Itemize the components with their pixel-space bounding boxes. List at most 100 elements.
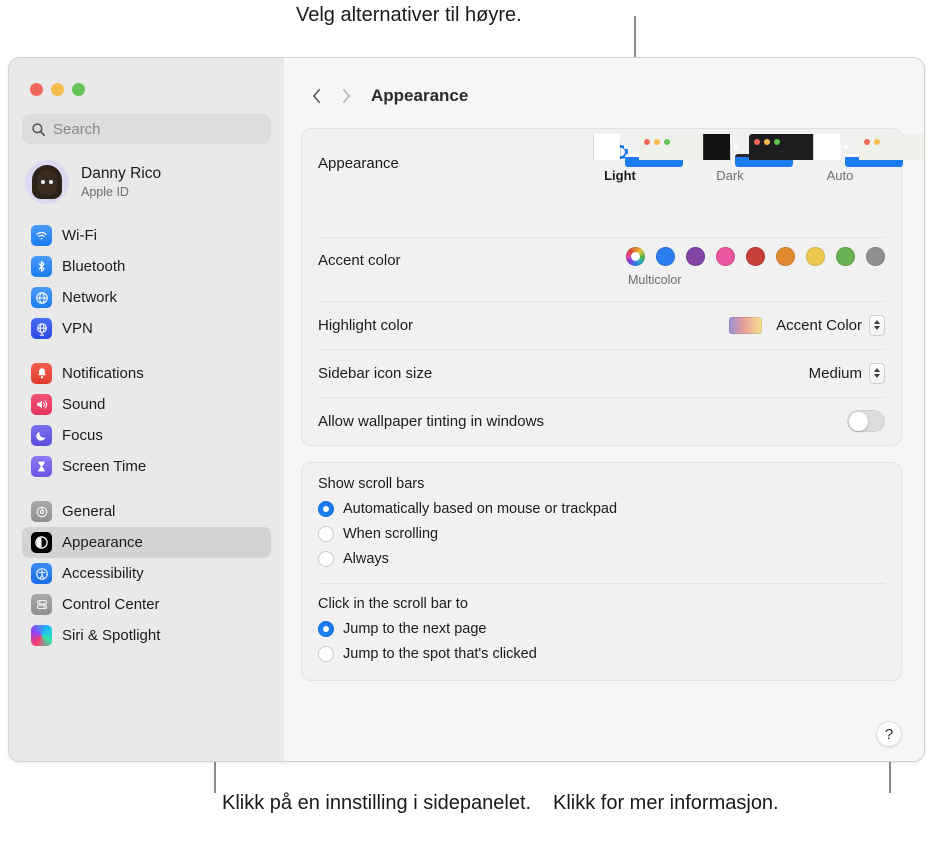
content-header: Appearance bbox=[284, 58, 924, 109]
system-settings-window: Search Danny Rico Apple ID Wi-Fi bbox=[8, 57, 925, 762]
theme-options: Light Dark bbox=[575, 143, 885, 183]
theme-option-light[interactable]: Light bbox=[575, 143, 665, 183]
highlight-color-popup[interactable]: Accent Color bbox=[729, 315, 885, 336]
sidebar-item-label: Siri & Spotlight bbox=[62, 627, 160, 644]
sidebar-icon-size-row: Sidebar icon size Medium bbox=[318, 349, 885, 397]
show-scroll-bars-title: Show scroll bars bbox=[318, 476, 885, 492]
sidebar-item-label: Sound bbox=[62, 396, 105, 413]
sidebar-item-wi-fi[interactable]: Wi-Fi bbox=[22, 220, 271, 251]
wallpaper-tinting-row: Allow wallpaper tinting in windows bbox=[318, 397, 885, 445]
sidebar-item-focus[interactable]: Focus bbox=[22, 420, 271, 451]
radio-jump-to-the-next-page[interactable]: Jump to the next page bbox=[318, 616, 885, 641]
sidebar-item-general[interactable]: General bbox=[22, 496, 271, 527]
accent-swatch-red[interactable] bbox=[746, 247, 765, 266]
search-icon bbox=[31, 122, 46, 137]
bell-icon bbox=[31, 363, 52, 384]
accent-swatch-graphite[interactable] bbox=[866, 247, 885, 266]
radio-button bbox=[318, 501, 334, 517]
siri-icon bbox=[31, 625, 52, 646]
divider bbox=[318, 583, 885, 584]
forward-button[interactable] bbox=[331, 83, 361, 109]
speaker-icon bbox=[31, 394, 52, 415]
page-title: Appearance bbox=[371, 86, 468, 106]
sidebar-item-label: Screen Time bbox=[62, 458, 146, 475]
accent-swatch-green[interactable] bbox=[836, 247, 855, 266]
highlight-color-row: Highlight color Accent Color bbox=[318, 301, 885, 349]
accent-color-row: Accent color Multicolor bbox=[318, 237, 885, 301]
sidebar-item-label: Control Center bbox=[62, 596, 160, 613]
apple-id-account-item[interactable]: Danny Rico Apple ID bbox=[22, 160, 271, 204]
control-center-icon bbox=[31, 594, 52, 615]
sidebar-item-label: Network bbox=[62, 289, 117, 306]
sidebar-item-label: VPN bbox=[62, 320, 93, 337]
radio-always[interactable]: Always bbox=[318, 546, 885, 571]
highlight-color-label: Highlight color bbox=[318, 317, 413, 334]
appearance-settings-card: Appearance Light bbox=[301, 128, 902, 446]
sidebar-item-network[interactable]: Network bbox=[22, 282, 271, 313]
radio-when-scrolling[interactable]: When scrolling bbox=[318, 521, 885, 546]
accent-color-swatches bbox=[626, 247, 885, 266]
scroll-bars-card: Show scroll bars Automatically based on … bbox=[301, 462, 902, 681]
close-button[interactable] bbox=[30, 83, 43, 96]
help-button[interactable]: ? bbox=[876, 721, 902, 747]
wifi-icon bbox=[31, 225, 52, 246]
account-subtitle: Apple ID bbox=[81, 185, 161, 199]
sidebar: Search Danny Rico Apple ID Wi-Fi bbox=[9, 58, 284, 761]
radio-label: Automatically based on mouse or trackpad bbox=[343, 501, 617, 517]
radio-jump-to-the-spot-thats-clicked[interactable]: Jump to the spot that's clicked bbox=[318, 641, 885, 666]
sidebar-item-label: General bbox=[62, 503, 115, 520]
sidebar-item-label: Accessibility bbox=[62, 565, 144, 582]
moon-icon bbox=[31, 425, 52, 446]
click-scroll-bar-title: Click in the scroll bar to bbox=[318, 596, 885, 612]
sidebar-item-bluetooth[interactable]: Bluetooth bbox=[22, 251, 271, 282]
minimize-button[interactable] bbox=[51, 83, 64, 96]
avatar bbox=[25, 160, 69, 204]
highlight-color-value: Accent Color bbox=[776, 317, 862, 334]
accent-swatch-orange[interactable] bbox=[776, 247, 795, 266]
highlight-color-swatch-icon bbox=[729, 317, 762, 334]
account-name: Danny Rico bbox=[81, 165, 161, 184]
radio-label: Jump to the next page bbox=[343, 621, 487, 637]
window-controls bbox=[22, 58, 271, 96]
sidebar-group-appearance: General Appearance Accessibility Control… bbox=[22, 496, 271, 651]
sidebar-item-vpn[interactable]: VPN bbox=[22, 313, 271, 344]
radio-automatically-based-on-mouse-or-trackpad[interactable]: Automatically based on mouse or trackpad bbox=[318, 496, 885, 521]
accent-swatch-blue[interactable] bbox=[656, 247, 675, 266]
chevron-up-down-icon bbox=[869, 363, 885, 384]
theme-label: Auto bbox=[795, 168, 885, 183]
theme-label: Light bbox=[575, 168, 665, 183]
radio-button bbox=[318, 621, 334, 637]
content-pane: Appearance Appearance bbox=[284, 58, 924, 761]
sidebar-item-appearance[interactable]: Appearance bbox=[22, 527, 271, 558]
accessibility-icon bbox=[31, 563, 52, 584]
accent-swatch-multicolor[interactable] bbox=[626, 247, 645, 266]
sidebar-item-sound[interactable]: Sound bbox=[22, 389, 271, 420]
radio-label: Always bbox=[343, 551, 389, 567]
sidebar-icon-size-label: Sidebar icon size bbox=[318, 365, 432, 382]
radio-label: When scrolling bbox=[343, 526, 438, 542]
sidebar-item-accessibility[interactable]: Accessibility bbox=[22, 558, 271, 589]
sidebar-item-label: Appearance bbox=[62, 534, 143, 551]
accent-swatch-yellow[interactable] bbox=[806, 247, 825, 266]
sidebar-item-control-center[interactable]: Control Center bbox=[22, 589, 271, 620]
sidebar-item-siri-and-spotlight[interactable]: Siri & Spotlight bbox=[22, 620, 271, 651]
callout-help-text: Klikk for mer informasjon. bbox=[553, 790, 898, 816]
radio-button bbox=[318, 551, 334, 567]
zoom-button[interactable] bbox=[72, 83, 85, 96]
accent-swatch-pink[interactable] bbox=[716, 247, 735, 266]
theme-thumbnail-auto bbox=[839, 142, 841, 161]
appearance-label: Appearance bbox=[318, 155, 399, 172]
wallpaper-tinting-label: Allow wallpaper tinting in windows bbox=[318, 413, 544, 430]
search-field[interactable]: Search bbox=[22, 114, 271, 144]
accent-color-label: Accent color bbox=[318, 252, 401, 269]
hourglass-icon bbox=[31, 456, 52, 477]
sidebar-icon-size-popup[interactable]: Medium bbox=[809, 363, 885, 384]
wallpaper-tinting-toggle[interactable] bbox=[847, 410, 885, 432]
sidebar-item-notifications[interactable]: Notifications bbox=[22, 358, 271, 389]
back-button[interactable] bbox=[301, 83, 331, 109]
theme-thumbnail-dark bbox=[729, 142, 731, 161]
sidebar-group-system: Notifications Sound Focus Screen Time bbox=[22, 358, 271, 482]
sidebar-item-screen-time[interactable]: Screen Time bbox=[22, 451, 271, 482]
radio-label: Jump to the spot that's clicked bbox=[343, 646, 537, 662]
accent-swatch-purple[interactable] bbox=[686, 247, 705, 266]
